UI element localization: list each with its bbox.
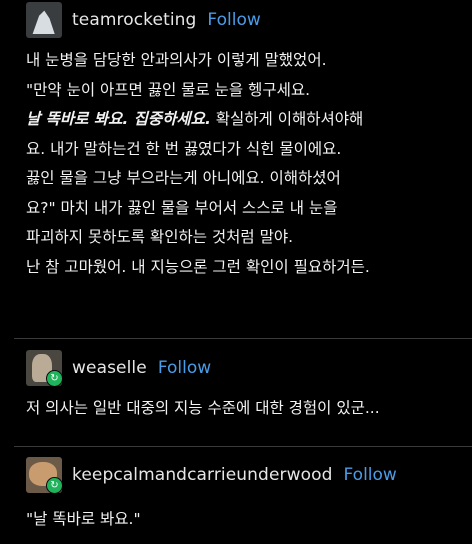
- username-teamrocketing[interactable]: teamrocketing: [72, 10, 196, 30]
- username-keepcalmandcarrieunderwood[interactable]: keepcalmandcarrieunderwood: [72, 465, 333, 485]
- post-text-line: 난 참 고마웠어. 내 지능으론 그런 확인이 필요하거든.: [26, 257, 370, 276]
- mountain-icon: [32, 10, 55, 34]
- post-body: 내 눈병을 담당한 안과의사가 이렇게 말했었어. "만약 눈이 아프면 끓인 …: [0, 46, 472, 282]
- user-avatar-icon[interactable]: ↻: [26, 457, 62, 493]
- emphasized-text: 날 똑바로 봐요. 집중하세요.: [26, 110, 211, 128]
- post-header: teamrocketing Follow: [0, 0, 472, 40]
- post-text-fragment: 확실하게 이해하셔야해: [210, 110, 364, 128]
- mountain-avatar-icon[interactable]: [26, 2, 62, 38]
- reblog-divider: [14, 446, 472, 447]
- post-keepcalmandcarrieunderwood: ↻ keepcalmandcarrieunderwood Follow "날 똑…: [0, 455, 472, 535]
- post-text-line: "날 똑바로 봐요.": [26, 510, 141, 528]
- post-text-line: 파괴하지 못하도록 확인하는 것처럼 말야.: [26, 228, 294, 246]
- post-text-line: 요?" 마치 내가 끓인 물을 부어서 스스로 내 눈을: [26, 198, 338, 217]
- post-text-line: 저 의사는 일반 대중의 지능 수준에 대한 경험이 있군...: [26, 399, 380, 417]
- reblog-icon: ↻: [46, 477, 62, 493]
- reblog-divider: [14, 338, 472, 339]
- post-body: 저 의사는 일반 대중의 지능 수준에 대한 경험이 있군...: [0, 394, 472, 424]
- post-body: "날 똑바로 봐요.": [0, 505, 472, 535]
- post-text-line: 내 눈병을 담당한 안과의사가 이렇게 말했었어.: [26, 51, 327, 69]
- follow-button-teamrocketing[interactable]: Follow: [207, 10, 260, 30]
- post-text-line: 요. 내가 말하는건 한 번 끓였다가 식힌 물이에요.: [26, 139, 342, 158]
- post-teamrocketing: teamrocketing Follow 내 눈병을 담당한 안과의사가 이렇게…: [0, 0, 472, 282]
- post-header: ↻ keepcalmandcarrieunderwood Follow: [0, 455, 472, 495]
- username-weaselle[interactable]: weaselle: [72, 358, 147, 378]
- post-text-line: "만약 눈이 아프면 끓인 물로 눈을 헹구세요.: [26, 80, 311, 99]
- reblog-icon: ↻: [46, 370, 62, 386]
- post-text-line: 끓인 물을 그냥 부으라는게 아니에요. 이해하셨어: [26, 169, 341, 187]
- follow-button-keepcalmandcarrieunderwood[interactable]: Follow: [344, 465, 397, 485]
- follow-button-weaselle[interactable]: Follow: [158, 358, 211, 378]
- post-text-line: 날 똑바로 봐요. 집중하세요. 확실하게 이해하셔야해: [26, 105, 462, 135]
- user-avatar-icon[interactable]: ↻: [26, 350, 62, 386]
- post-header: ↻ weaselle Follow: [0, 348, 472, 388]
- post-weaselle: ↻ weaselle Follow 저 의사는 일반 대중의 지능 수준에 대한…: [0, 348, 472, 424]
